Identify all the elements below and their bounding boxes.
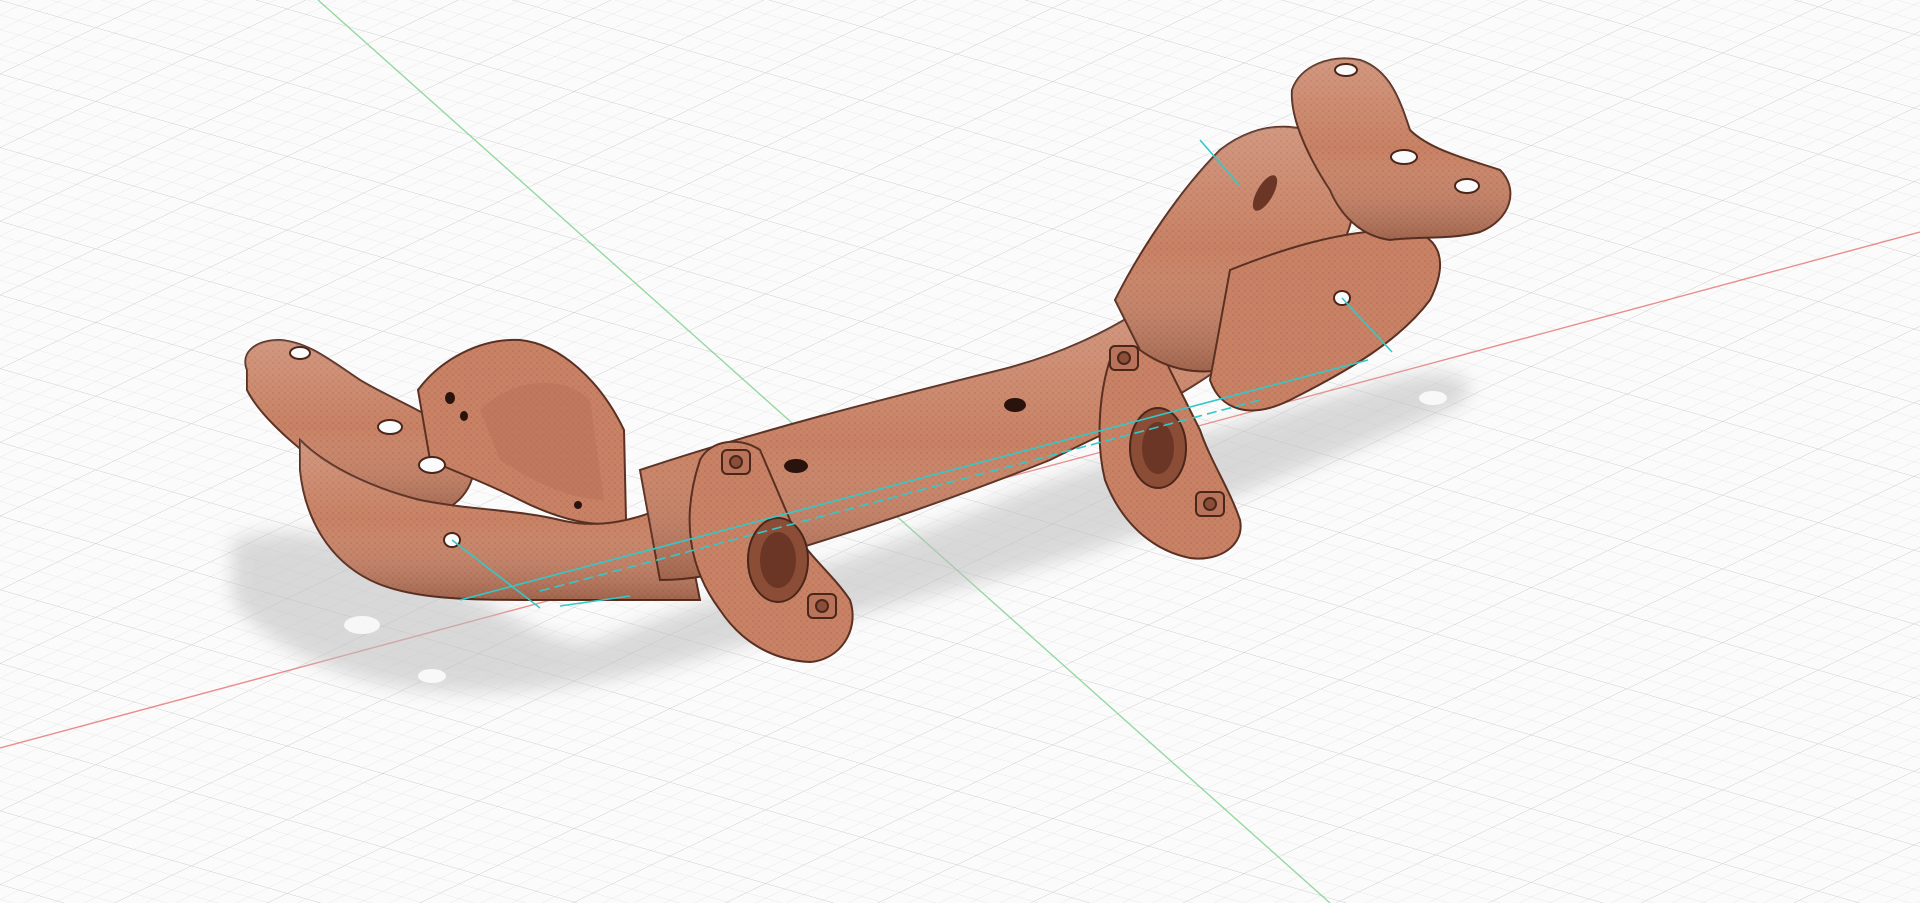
3d-viewport[interactable] [0, 0, 1920, 903]
scene-canvas[interactable] [0, 0, 1920, 903]
